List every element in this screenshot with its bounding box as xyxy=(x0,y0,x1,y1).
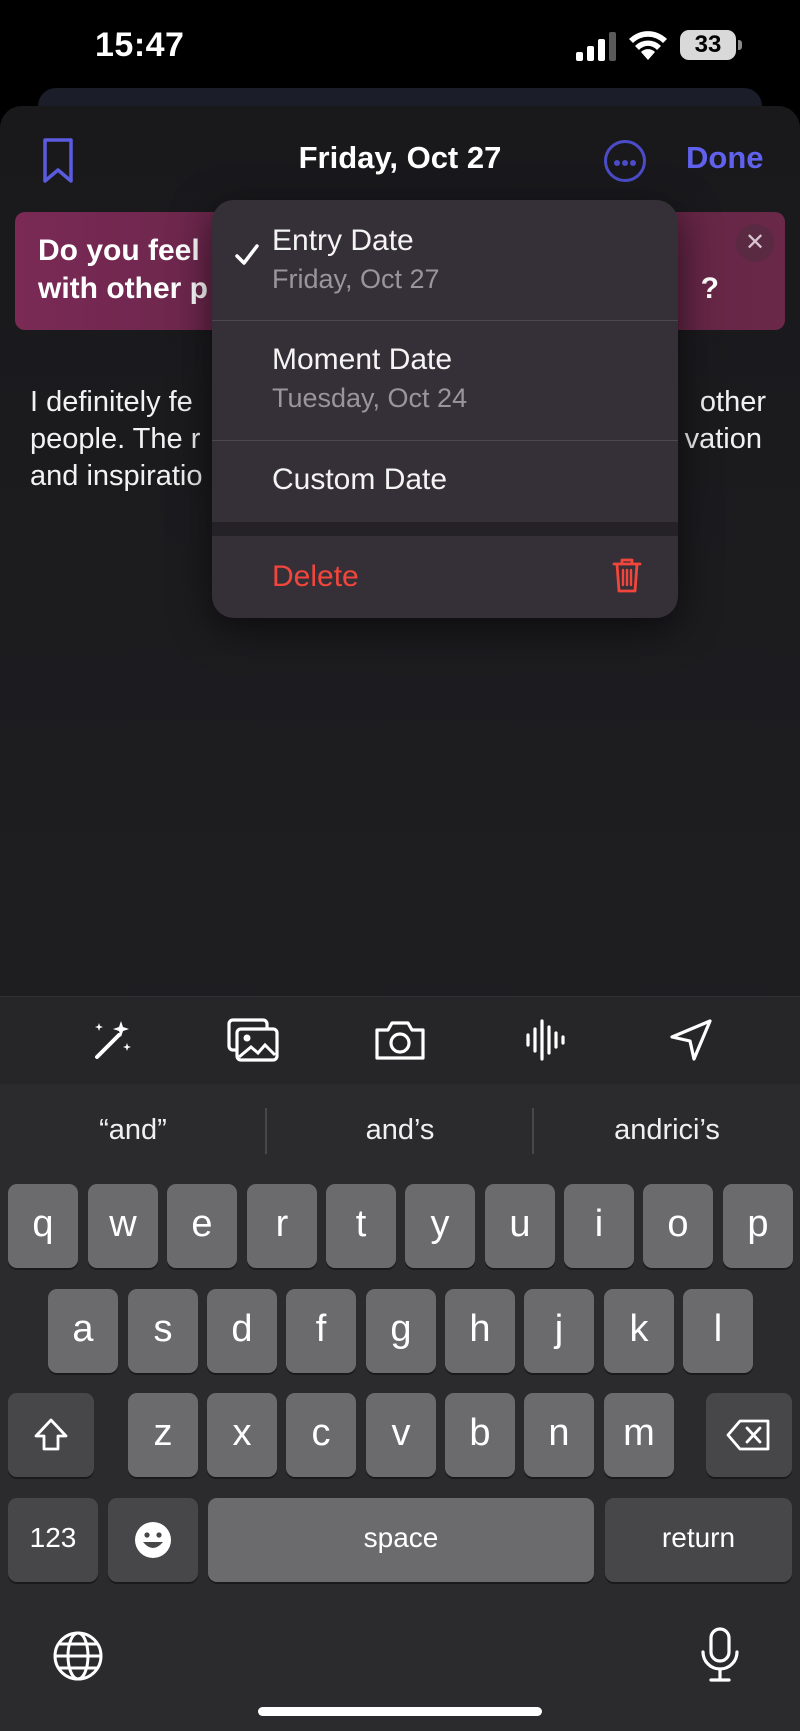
shift-key[interactable] xyxy=(8,1393,94,1477)
menu-item-moment-date[interactable]: Moment Date Tuesday, Oct 24 xyxy=(212,321,678,440)
location-arrow-icon[interactable] xyxy=(664,1015,720,1065)
key-u[interactable]: u xyxy=(485,1184,555,1268)
key-x[interactable]: x xyxy=(207,1393,277,1477)
shift-icon xyxy=(34,1418,68,1451)
emoji-icon xyxy=(135,1522,171,1558)
entry-text-line2-end[interactable]: vation xyxy=(685,423,762,456)
key-d[interactable]: d xyxy=(207,1289,277,1373)
delete-label[interactable]: Delete xyxy=(272,560,359,594)
menu-item-custom-date[interactable]: Custom Date xyxy=(212,441,678,522)
menu-item-sublabel: Friday, Oct 27 xyxy=(272,264,440,294)
key-a[interactable]: a xyxy=(48,1289,118,1373)
suggestion-3[interactable]: andrici’s xyxy=(534,1114,800,1147)
date-context-menu: Entry Date Friday, Oct 27 Moment Date Tu… xyxy=(212,200,678,618)
key-e[interactable]: e xyxy=(167,1184,237,1268)
return-key[interactable]: return xyxy=(605,1498,792,1582)
key-c[interactable]: c xyxy=(286,1393,356,1477)
cellular-signal-icon xyxy=(576,32,616,61)
status-bar: 15:47 33 xyxy=(0,0,800,100)
menu-item-entry-date[interactable]: Entry Date Friday, Oct 27 xyxy=(212,200,678,320)
checkmark-icon xyxy=(235,244,259,265)
delete-key[interactable] xyxy=(706,1393,792,1477)
key-g[interactable]: g xyxy=(366,1289,436,1373)
microphone-icon[interactable] xyxy=(700,1626,740,1684)
more-options-button[interactable] xyxy=(604,140,646,182)
battery-indicator: 33 xyxy=(680,30,742,60)
magic-wand-icon[interactable] xyxy=(83,1015,139,1065)
globe-icon[interactable] xyxy=(52,1630,104,1682)
prompt-text-end: ? xyxy=(700,272,719,305)
space-key[interactable]: space xyxy=(208,1498,594,1582)
key-i[interactable]: i xyxy=(564,1184,634,1268)
menu-item-label: Custom Date xyxy=(272,463,448,496)
key-r[interactable]: r xyxy=(247,1184,317,1268)
key-z[interactable]: z xyxy=(128,1393,198,1477)
status-time: 15:47 xyxy=(95,26,185,64)
entry-text-line1-start[interactable]: I definitely fe xyxy=(30,386,193,419)
camera-icon[interactable] xyxy=(372,1015,428,1065)
backspace-icon xyxy=(726,1419,770,1451)
trash-icon[interactable] xyxy=(612,556,642,594)
emoji-key[interactable] xyxy=(108,1498,198,1582)
key-p[interactable]: p xyxy=(723,1184,793,1268)
keyboard: “and” and’s andrici’s q w e r t y u i o … xyxy=(0,1084,800,1731)
menu-item-sublabel: Tuesday, Oct 24 xyxy=(272,383,468,413)
photo-library-icon[interactable] xyxy=(225,1015,281,1065)
entry-text-line1-end[interactable]: other xyxy=(700,386,766,419)
key-n[interactable]: n xyxy=(524,1393,594,1477)
menu-item-label: Entry Date xyxy=(272,224,414,257)
key-b[interactable]: b xyxy=(445,1393,515,1477)
key-f[interactable]: f xyxy=(286,1289,356,1373)
menu-item-label: Moment Date xyxy=(272,343,453,376)
key-t[interactable]: t xyxy=(326,1184,396,1268)
key-m[interactable]: m xyxy=(604,1393,674,1477)
entry-toolbar xyxy=(0,996,800,1084)
audio-waveform-icon[interactable] xyxy=(518,1015,574,1065)
entry-text-line3-start[interactable]: and inspiratio xyxy=(30,460,203,493)
battery-level: 33 xyxy=(694,31,722,58)
suggestion-1[interactable]: “and” xyxy=(0,1114,266,1147)
home-indicator[interactable] xyxy=(258,1707,542,1716)
wifi-icon xyxy=(629,31,667,60)
done-button[interactable]: Done xyxy=(686,140,764,176)
key-w[interactable]: w xyxy=(88,1184,158,1268)
key-s[interactable]: s xyxy=(128,1289,198,1373)
entry-date-title[interactable]: Friday, Oct 27 xyxy=(0,140,800,176)
entry-text-line2-start[interactable]: people. The r xyxy=(30,423,200,456)
key-k[interactable]: k xyxy=(604,1289,674,1373)
key-l[interactable]: l xyxy=(683,1289,753,1373)
key-o[interactable]: o xyxy=(643,1184,713,1268)
key-h[interactable]: h xyxy=(445,1289,515,1373)
close-icon[interactable]: ✕ xyxy=(736,224,774,262)
suggestion-2[interactable]: and’s xyxy=(267,1114,533,1147)
key-y[interactable]: y xyxy=(405,1184,475,1268)
prompt-text-line1: Do you feel xyxy=(38,234,200,267)
prompt-text-line2: with other p xyxy=(38,272,208,305)
key-j[interactable]: j xyxy=(524,1289,594,1373)
key-v[interactable]: v xyxy=(366,1393,436,1477)
menu-section-separator xyxy=(212,522,678,536)
key-q[interactable]: q xyxy=(8,1184,78,1268)
numbers-key[interactable]: 123 xyxy=(8,1498,98,1582)
